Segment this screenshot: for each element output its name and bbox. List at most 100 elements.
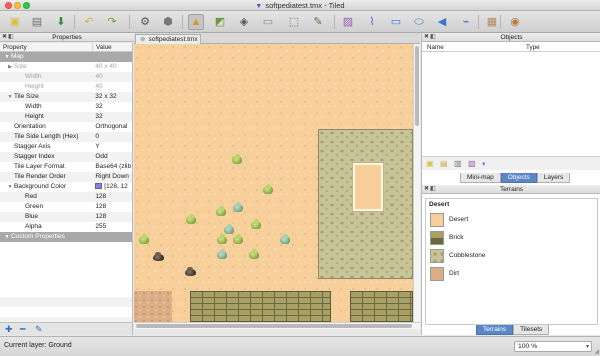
add-property-icon[interactable]: ✚: [5, 324, 13, 334]
property-row[interactable]: Height 32: [0, 112, 132, 122]
terrain-item-dirt[interactable]: Dirt: [430, 267, 590, 281]
object-properties-icon[interactable]: ▧: [468, 159, 476, 168]
tab-layers[interactable]: Layers: [536, 173, 571, 183]
property-row[interactable]: Red 128: [0, 192, 132, 202]
property-row[interactable]: Stagger Index Odd: [0, 152, 132, 162]
property-value[interactable]: Y: [92, 142, 132, 152]
property-value[interactable]: Orthogonal: [92, 122, 132, 132]
name-column[interactable]: Name: [427, 43, 444, 52]
terrain-item-brick[interactable]: Brick: [430, 231, 590, 245]
float-panel-icon[interactable]: ◧: [430, 185, 436, 194]
property-value[interactable]: 128: [92, 202, 132, 212]
expand-arrow-icon: ▼: [7, 184, 13, 190]
terrain-item-cobblestone[interactable]: Cobblestone: [430, 249, 590, 263]
save-button[interactable]: ⬇: [53, 14, 69, 30]
property-row[interactable]: Stagger Axis Y: [0, 142, 132, 152]
close-panel-icon[interactable]: ✖: [2, 33, 7, 42]
scroll-thumb[interactable]: [136, 324, 412, 328]
property-column[interactable]: Property: [0, 43, 93, 51]
property-row[interactable]: Width 32: [0, 102, 132, 112]
property-row[interactable]: Tile Layer Format Base64 (zlib: [0, 162, 132, 172]
property-value[interactable]: 40: [92, 82, 132, 92]
property-row[interactable]: Tile Render Order Right Down: [0, 172, 132, 182]
scroll-thumb[interactable]: [415, 46, 419, 126]
close-panel-icon[interactable]: ✖: [424, 185, 429, 194]
open-folder-button[interactable]: ▤: [29, 14, 45, 30]
terrain-item-desert[interactable]: Desert: [430, 213, 590, 227]
insert-tile-button[interactable]: ▦: [484, 14, 500, 30]
float-panel-icon[interactable]: ◧: [430, 33, 436, 42]
duplicate-icon[interactable]: ▤: [440, 159, 448, 168]
map-tab-label: softpediatest.tmx: [148, 36, 198, 43]
insert-polygon-button[interactable]: ◀: [434, 14, 450, 30]
property-group[interactable]: ▼ Custom Properties: [0, 232, 132, 242]
property-row[interactable]: Tile Side Length (Hex) 0: [0, 132, 132, 142]
property-value[interactable]: 255: [92, 222, 132, 232]
float-panel-icon[interactable]: ◧: [8, 33, 14, 42]
property-row[interactable]: Height 40: [0, 82, 132, 92]
map-vertical-scrollbar[interactable]: [413, 44, 420, 322]
move-up-icon[interactable]: ▥: [454, 159, 462, 168]
remove-object-icon[interactable]: ◐: [482, 159, 487, 168]
stamp-brush-icon: ▲: [190, 15, 202, 28]
property-row[interactable]: ▼ Background Color [128, 12: [0, 182, 132, 192]
property-value[interactable]: 40 x 40: [92, 62, 132, 72]
bucket-fill-button[interactable]: ◈: [236, 14, 252, 30]
property-group[interactable]: ▼ Map: [0, 52, 132, 62]
type-column[interactable]: Type: [526, 43, 540, 52]
property-value[interactable]: Right Down: [92, 172, 132, 182]
insert-polyline-button[interactable]: ⌁: [458, 14, 474, 30]
color-swatch[interactable]: [95, 183, 103, 189]
command-gear-button[interactable]: ⚙: [137, 14, 153, 30]
tab-mini-map[interactable]: Mini-map: [460, 173, 501, 183]
map-canvas[interactable]: [134, 44, 413, 322]
tab-terrains[interactable]: Terrains: [476, 325, 514, 335]
tab-close-icon[interactable]: ⊗: [140, 36, 145, 43]
property-row[interactable]: ▶ Size 40 x 40: [0, 62, 132, 72]
random-dice-button[interactable]: ⬢: [160, 14, 176, 30]
insert-rectangle-button[interactable]: ▭: [388, 14, 404, 30]
property-row[interactable]: Orientation Orthogonal: [0, 122, 132, 132]
property-value[interactable]: Odd: [92, 152, 132, 162]
terrains-panel: ✖ ◧ Terrains Desert Desert Brick Cobblesto…: [421, 185, 600, 335]
property-value[interactable]: 128: [92, 192, 132, 202]
close-world-button[interactable]: ◉: [507, 14, 523, 30]
property-row[interactable]: ▼ Tile Size 32 x 32: [0, 92, 132, 102]
value-column[interactable]: Value: [93, 43, 112, 51]
property-value[interactable]: 40: [92, 72, 132, 82]
map-document-tab[interactable]: ⊗ softpediatest.tmx: [135, 34, 201, 44]
rect-select-button[interactable]: ⬚: [286, 14, 302, 30]
property-row[interactable]: Blue 128: [0, 212, 132, 222]
property-value-text: [128, 12: [104, 183, 128, 190]
property-value[interactable]: 32: [92, 102, 132, 112]
property-value[interactable]: 128: [92, 212, 132, 222]
close-panel-icon[interactable]: ✖: [424, 33, 429, 42]
property-row[interactable]: Width 40: [0, 72, 132, 82]
property-value[interactable]: 0: [92, 132, 132, 142]
redo-button[interactable]: ↷: [104, 14, 120, 30]
map-horizontal-scrollbar[interactable]: [134, 322, 420, 329]
undo-button[interactable]: ↶: [81, 14, 97, 30]
eraser-button[interactable]: ▭: [260, 14, 276, 30]
property-value[interactable]: Base64 (zlib: [92, 162, 132, 172]
edit-polygon-button[interactable]: ⌇: [364, 14, 380, 30]
stamp-brush-button[interactable]: ▲: [188, 14, 204, 30]
property-value[interactable]: 32: [92, 112, 132, 122]
rename-property-icon[interactable]: ✎: [35, 324, 43, 334]
insert-ellipse-button[interactable]: ⬭: [411, 14, 427, 30]
property-value[interactable]: [128, 12: [92, 182, 132, 192]
property-value[interactable]: 32 x 32: [92, 92, 132, 102]
new-layer-icon[interactable]: ▣: [426, 159, 434, 168]
tab-tilesets[interactable]: Tilesets: [513, 325, 550, 335]
tab-objects[interactable]: Objects: [500, 173, 537, 183]
resize-grip-icon[interactable]: ◢: [594, 348, 599, 355]
zoom-select[interactable]: 100 % ▾: [514, 341, 592, 352]
remove-property-icon[interactable]: ━: [20, 324, 25, 334]
property-row[interactable]: Alpha 255: [0, 222, 132, 232]
select-objects-button[interactable]: ▨: [340, 14, 356, 30]
property-row[interactable]: Green 128: [0, 202, 132, 212]
magic-wand-button[interactable]: ✎: [310, 14, 326, 30]
terrain-brush-button[interactable]: ◩: [212, 14, 228, 30]
custom-properties-area[interactable]: [0, 287, 132, 322]
new-file-button[interactable]: ▣: [7, 14, 23, 30]
